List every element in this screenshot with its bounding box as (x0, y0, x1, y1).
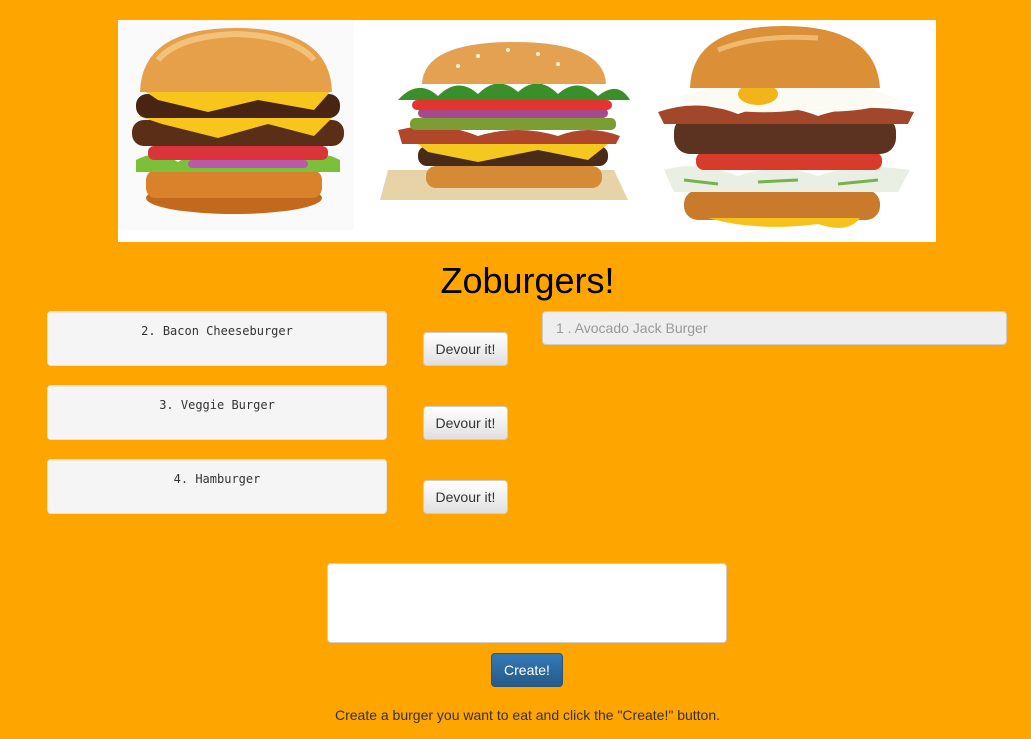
burger-item-bacon-cheeseburger: 2. Bacon Cheeseburger (47, 311, 387, 366)
devour-button-hamburger[interactable]: Devour it! (423, 480, 508, 514)
burger-item-hamburger: 4. Hamburger (47, 459, 387, 514)
devour-button-veggie-burger[interactable]: Devour it! (423, 406, 508, 440)
page-title: Zoburgers! (440, 260, 615, 301)
burger-3-image (658, 26, 914, 228)
burger-banner (118, 20, 936, 242)
new-burger-input[interactable] (327, 563, 727, 643)
devoured-burger-field (542, 311, 1007, 345)
page: Zoburgers! 2. Bacon Cheeseburger Devour … (0, 0, 1031, 739)
burger-item-veggie-burger: 3. Veggie Burger (47, 385, 387, 440)
devour-button-bacon-cheeseburger[interactable]: Devour it! (423, 332, 508, 366)
burger-2-image (380, 42, 630, 200)
create-button[interactable]: Create! (491, 653, 563, 687)
help-text: Create a burger you want to eat and clic… (334, 707, 721, 723)
burger-1-image (118, 20, 354, 230)
